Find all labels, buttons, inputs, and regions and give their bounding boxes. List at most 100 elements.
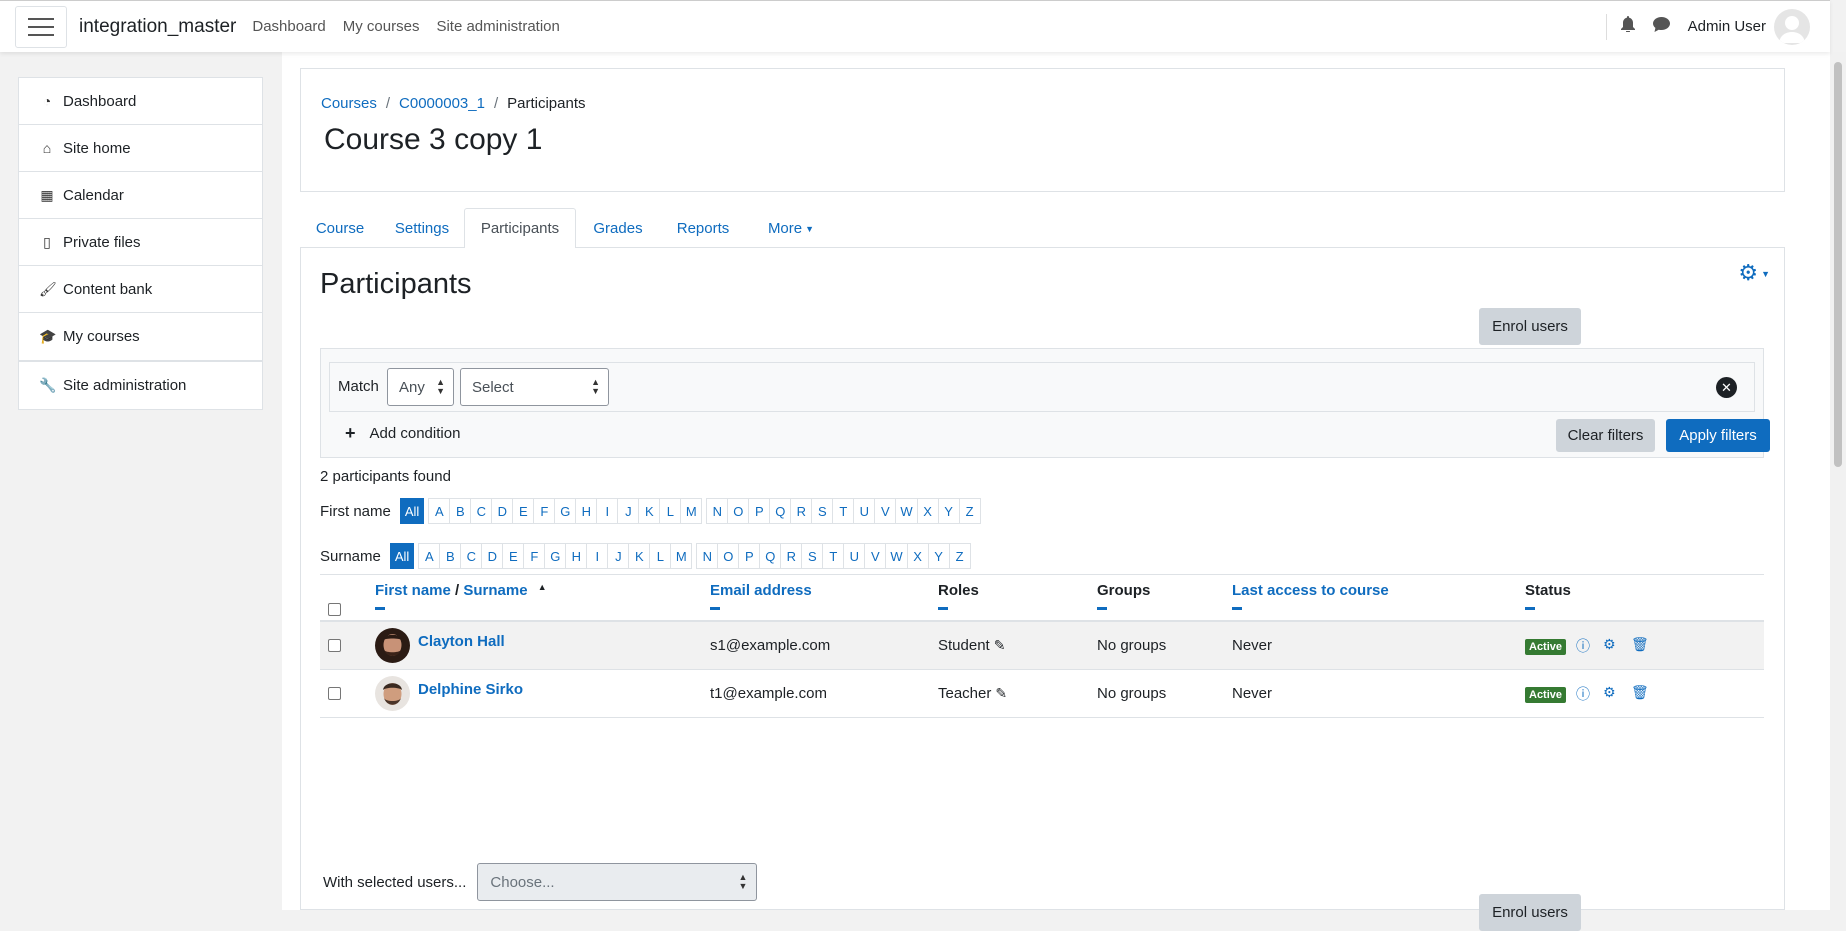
row-select-checkbox[interactable] xyxy=(328,687,341,700)
firstname-letter[interactable]: C xyxy=(470,498,493,524)
firstname-letter[interactable]: W xyxy=(895,498,918,524)
scrollbar-thumb[interactable] xyxy=(1834,62,1842,467)
sort-last-access-link[interactable]: Last access to course xyxy=(1232,582,1389,599)
sidebar-item-dashboard[interactable]: ◔ Dashboard xyxy=(19,78,262,125)
surname-letter[interactable]: E xyxy=(502,543,525,569)
user-name-link[interactable]: Clayton Hall xyxy=(418,633,505,650)
sort-email-link[interactable]: Email address xyxy=(710,582,812,599)
firstname-letter[interactable]: Z xyxy=(958,498,981,524)
gear-icon[interactable]: ⚙ ▼ xyxy=(1738,260,1770,286)
firstname-letter[interactable]: B xyxy=(449,498,472,524)
collapse-email-icon[interactable] xyxy=(710,607,720,610)
firstname-letter[interactable]: R xyxy=(790,498,813,524)
sidebar-item-private-files[interactable]: ▯ Private files xyxy=(19,219,262,266)
breadcrumb-course-link[interactable]: C0000003_1 xyxy=(399,95,485,112)
remove-condition-icon[interactable]: ✕ xyxy=(1716,377,1737,398)
filter-type-select[interactable]: Select ▲ ▼ xyxy=(460,368,609,406)
sort-surname-link[interactable]: Surname xyxy=(463,582,527,599)
surname-letter[interactable]: V xyxy=(864,543,887,569)
surname-letter[interactable]: P xyxy=(738,543,761,569)
info-icon[interactable]: ⓘ xyxy=(1576,684,1590,704)
apply-filters-button[interactable]: Apply filters xyxy=(1666,419,1770,452)
user-name-link[interactable]: Delphine Sirko xyxy=(418,681,523,698)
surname-letter[interactable]: B xyxy=(439,543,462,569)
firstname-letter[interactable]: A xyxy=(428,498,451,524)
surname-letter[interactable]: X xyxy=(906,543,929,569)
tab-course[interactable]: Course xyxy=(300,208,380,249)
firstname-letter[interactable]: H xyxy=(575,498,598,524)
user-avatar[interactable] xyxy=(1774,8,1810,45)
firstname-letter[interactable]: X xyxy=(916,498,939,524)
tab-grades[interactable]: Grades xyxy=(576,208,660,249)
tab-reports[interactable]: Reports xyxy=(660,208,746,249)
gear-icon[interactable]: ⚙ xyxy=(1603,684,1616,701)
surname-letter[interactable]: D xyxy=(481,543,504,569)
firstname-letter[interactable]: M xyxy=(680,498,703,524)
firstname-letter[interactable]: E xyxy=(512,498,535,524)
surname-letter[interactable]: C xyxy=(460,543,483,569)
surname-letter[interactable]: H xyxy=(565,543,588,569)
sidebar-item-calendar[interactable]: ▦ Calendar xyxy=(19,172,262,219)
surname-letter[interactable]: T xyxy=(822,543,845,569)
sidebar-item-site-home[interactable]: ⌂ Site home xyxy=(19,125,262,172)
avatar[interactable] xyxy=(375,676,410,711)
collapse-roles-icon[interactable] xyxy=(938,607,948,610)
status-badge[interactable]: Active xyxy=(1525,687,1567,703)
topnav-site-admin-link[interactable]: Site administration xyxy=(436,18,559,35)
firstname-letter[interactable]: G xyxy=(554,498,577,524)
pencil-icon[interactable]: ✎ xyxy=(994,637,1006,653)
surname-letter[interactable]: G xyxy=(544,543,567,569)
page-scrollbar[interactable] xyxy=(1830,52,1846,910)
topnav-my-courses-link[interactable]: My courses xyxy=(343,18,420,35)
firstname-letter[interactable]: L xyxy=(659,498,682,524)
surname-letter[interactable]: M xyxy=(670,543,693,569)
row-select-checkbox[interactable] xyxy=(328,639,341,652)
breadcrumb-courses-link[interactable]: Courses xyxy=(321,95,377,112)
bell-icon[interactable] xyxy=(1620,16,1635,37)
firstname-letter[interactable]: F xyxy=(533,498,556,524)
sort-firstname-link[interactable]: First name xyxy=(375,582,451,599)
surname-letter[interactable]: Y xyxy=(927,543,950,569)
trash-icon[interactable]: 🗑 xyxy=(1631,684,1649,701)
tab-settings[interactable]: Settings xyxy=(380,208,464,249)
firstname-letter[interactable]: U xyxy=(853,498,876,524)
firstname-letter[interactable]: D xyxy=(491,498,514,524)
clear-filters-button[interactable]: Clear filters xyxy=(1556,419,1655,452)
site-name[interactable]: integration_master xyxy=(79,16,236,38)
surname-letter[interactable]: W xyxy=(885,543,908,569)
topnav-dashboard-link[interactable]: Dashboard xyxy=(252,18,325,35)
surname-letter[interactable]: Q xyxy=(759,543,782,569)
sidebar-item-site-administration[interactable]: 🔧 Site administration xyxy=(19,362,262,409)
firstname-letter[interactable]: O xyxy=(727,498,750,524)
match-select[interactable]: Any ▲ ▼ xyxy=(387,368,454,406)
sidebar-item-content-bank[interactable]: 🖌 Content bank xyxy=(19,266,262,313)
enrol-users-button-bottom[interactable]: Enrol users xyxy=(1479,894,1581,931)
surname-letter[interactable]: U xyxy=(843,543,866,569)
tab-more[interactable]: More ▼ xyxy=(746,208,836,249)
user-menu-name[interactable]: Admin User xyxy=(1688,18,1766,35)
drawer-toggle-button[interactable] xyxy=(15,5,67,48)
surname-letter[interactable]: S xyxy=(801,543,824,569)
info-icon[interactable]: ⓘ xyxy=(1576,636,1590,656)
surname-letter[interactable]: F xyxy=(523,543,546,569)
firstname-letter[interactable]: J xyxy=(617,498,640,524)
surname-letter[interactable]: All xyxy=(389,543,415,569)
collapse-name-icon[interactable] xyxy=(375,607,385,610)
surname-letter[interactable]: A xyxy=(418,543,441,569)
sidebar-item-my-courses[interactable]: 🎓 My courses xyxy=(19,313,262,360)
pencil-icon[interactable]: ✎ xyxy=(995,685,1007,701)
firstname-letter[interactable]: T xyxy=(832,498,855,524)
trash-icon[interactable]: 🗑 xyxy=(1631,636,1649,653)
select-all-checkbox[interactable] xyxy=(328,603,341,616)
chat-bubble-icon[interactable] xyxy=(1652,16,1670,37)
firstname-letter[interactable]: V xyxy=(874,498,897,524)
firstname-letter[interactable]: N xyxy=(706,498,729,524)
surname-letter[interactable]: N xyxy=(696,543,719,569)
firstname-letter[interactable]: S xyxy=(811,498,834,524)
avatar[interactable] xyxy=(375,628,410,663)
tab-participants[interactable]: Participants xyxy=(464,208,576,249)
status-badge[interactable]: Active xyxy=(1525,639,1567,655)
firstname-letter[interactable]: Y xyxy=(937,498,960,524)
surname-letter[interactable]: L xyxy=(649,543,672,569)
surname-letter[interactable]: K xyxy=(628,543,651,569)
